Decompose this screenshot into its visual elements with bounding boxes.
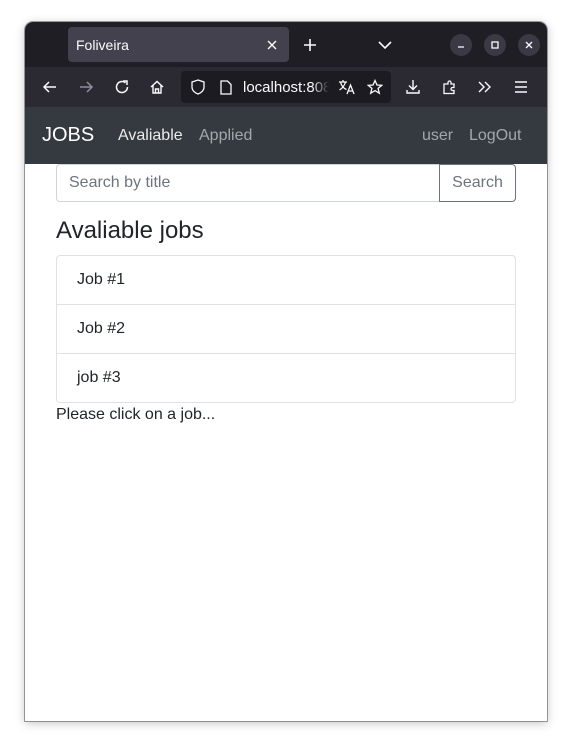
job-list: Job #1 Job #2 job #3 — [56, 255, 516, 403]
brand-logo[interactable]: JOBS — [42, 124, 94, 147]
tab-title: Foliveira — [76, 36, 129, 53]
url-text: localhost:8080 — [243, 79, 329, 96]
download-icon[interactable] — [402, 76, 424, 98]
hamburger-menu-icon[interactable] — [510, 76, 532, 98]
job-list-item[interactable]: Job #1 — [57, 256, 515, 305]
browser-toolbar: localhost:8080 — [25, 67, 547, 107]
job-list-item[interactable]: Job #2 — [57, 305, 515, 354]
browser-tab[interactable]: Foliveira — [68, 27, 289, 62]
maximize-icon[interactable] — [484, 34, 506, 56]
forward-arrow-icon[interactable] — [75, 76, 97, 98]
bookmark-star-icon[interactable] — [364, 76, 386, 98]
reload-icon[interactable] — [111, 76, 133, 98]
search-group: Search — [56, 164, 516, 202]
new-tab-icon[interactable] — [299, 34, 321, 56]
chevron-down-icon[interactable] — [374, 34, 396, 56]
search-button[interactable]: Search — [439, 164, 516, 202]
search-input[interactable] — [56, 164, 439, 202]
tab-strip: Foliveira — [25, 22, 547, 67]
browser-window: Foliveira localhost:808 JOBS Avaliable A… — [25, 22, 547, 721]
job-list-item[interactable]: job #3 — [57, 354, 515, 402]
home-icon[interactable] — [146, 76, 168, 98]
translate-icon[interactable] — [336, 76, 358, 98]
back-arrow-icon[interactable] — [39, 76, 61, 98]
nav-link-user[interactable]: user — [422, 127, 453, 145]
extensions-icon[interactable] — [439, 76, 461, 98]
page-title: Avaliable jobs — [56, 217, 204, 244]
page-content: Search Avaliable jobs Job #1 Job #2 job … — [25, 164, 547, 721]
logout-link[interactable]: LogOut — [469, 127, 521, 145]
url-bar[interactable]: localhost:8080 — [181, 71, 391, 103]
app-navbar: JOBS Avaliable Applied user LogOut — [25, 107, 547, 164]
minimize-icon[interactable] — [450, 34, 472, 56]
tab-close-icon[interactable] — [265, 38, 279, 52]
page-icon — [215, 76, 237, 98]
shield-icon[interactable] — [187, 76, 209, 98]
window-close-icon[interactable] — [518, 34, 540, 56]
overflow-chevrons-icon[interactable] — [474, 76, 496, 98]
job-hint-text: Please click on a job... — [56, 406, 216, 423]
nav-link-avaliable[interactable]: Avaliable — [118, 127, 183, 145]
nav-link-applied[interactable]: Applied — [199, 127, 252, 145]
